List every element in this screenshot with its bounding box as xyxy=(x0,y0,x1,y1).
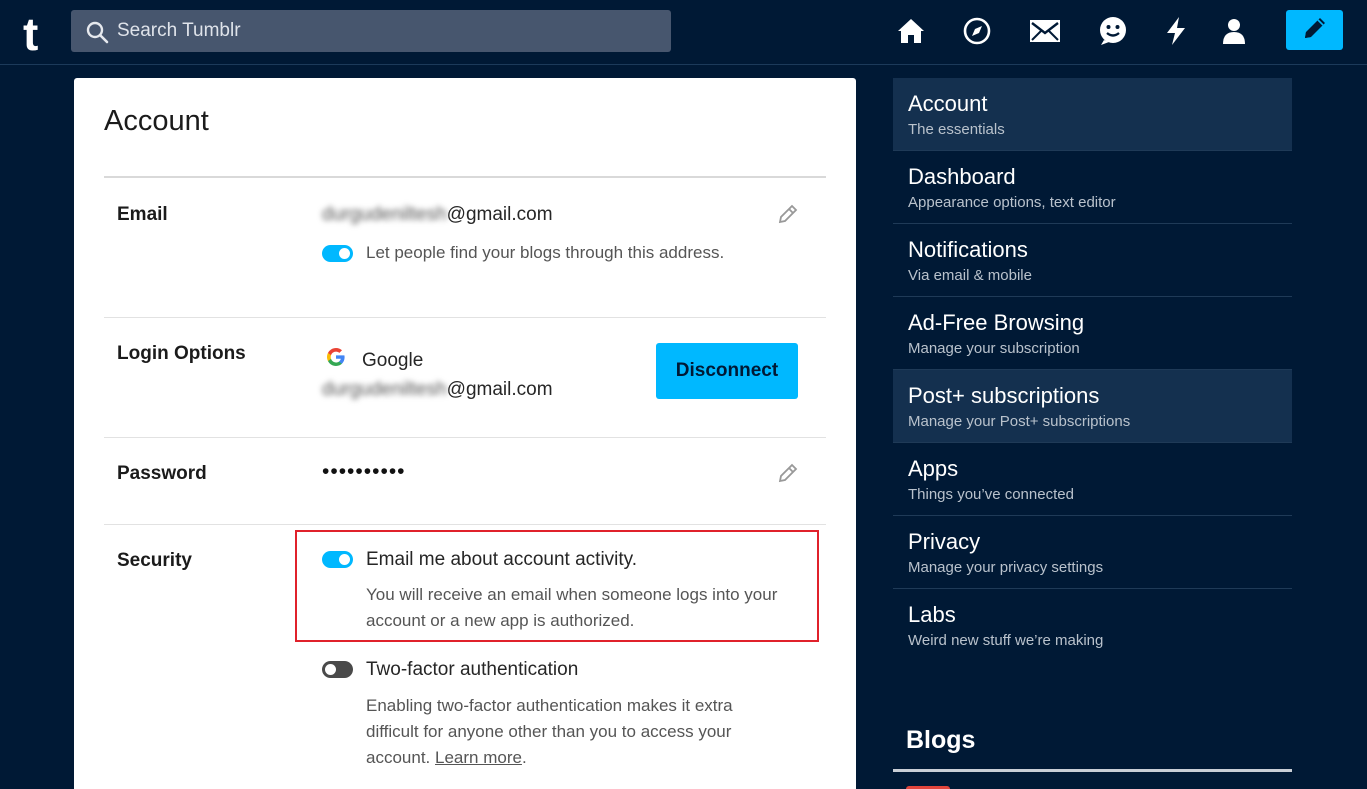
find-by-email-text: Let people find your blogs through this … xyxy=(366,243,725,262)
disconnect-button[interactable]: Disconnect xyxy=(656,343,798,399)
divider xyxy=(104,524,826,525)
messaging-icon[interactable] xyxy=(1097,15,1129,47)
explore-icon[interactable] xyxy=(961,15,993,47)
sidebar-item-ad-free-browsing[interactable]: Ad-Free Browsing Manage your subscriptio… xyxy=(893,297,1292,370)
activity-icon[interactable] xyxy=(1160,15,1192,47)
sidebar-item-notifications[interactable]: Notifications Via email & mobile xyxy=(893,224,1292,297)
sidebar-item-apps[interactable]: Apps Things you’ve connected xyxy=(893,443,1292,516)
find-by-email-toggle[interactable] xyxy=(322,245,353,262)
password-value: •••••••••• xyxy=(322,460,406,483)
account-activity-title: Email me about account activity. xyxy=(366,549,638,570)
divider xyxy=(104,437,826,438)
sidebar-item-title: Privacy xyxy=(908,529,981,554)
sidebar-item-title: Notifications xyxy=(908,237,1028,262)
sidebar-item-subtitle: Things you’ve connected xyxy=(908,486,1074,503)
divider xyxy=(893,769,1292,772)
sidebar-item-subtitle: The essentials xyxy=(908,121,1005,138)
sidebar-item-subtitle: Manage your subscription xyxy=(908,340,1080,357)
email-domain: @gmail.com xyxy=(446,204,553,225)
sidebar-item-title: Ad-Free Browsing xyxy=(908,310,1085,335)
account-settings-card: Account Email durgudeniltesh@gmail.com L… xyxy=(74,78,856,789)
sidebar-item-subtitle: Manage your Post+ subscriptions xyxy=(908,413,1131,430)
inbox-icon[interactable] xyxy=(1029,15,1061,47)
two-factor-desc-line3: account. Learn more. xyxy=(366,745,527,771)
sidebar-item-title: Post+ subscriptions xyxy=(908,383,1100,408)
account-activity-toggle[interactable] xyxy=(322,551,353,568)
sidebar-item-dashboard[interactable]: Dashboard Appearance options, text edito… xyxy=(893,151,1292,224)
account-activity-desc-line2: account or a new app is authorized. xyxy=(366,611,635,630)
edit-email-icon[interactable] xyxy=(776,202,800,226)
search-input[interactable] xyxy=(117,10,657,52)
sidebar-item-title: Apps xyxy=(908,456,959,481)
tumblr-logo[interactable]: t xyxy=(22,6,52,60)
two-factor-desc-suffix: . xyxy=(521,748,527,767)
sidebar-item-title: Dashboard xyxy=(908,164,1016,189)
login-email-domain: @gmail.com xyxy=(446,379,553,400)
account-icon[interactable] xyxy=(1218,15,1250,47)
divider xyxy=(104,317,826,318)
learn-more-link[interactable]: Learn more xyxy=(435,748,522,767)
top-navigation-bar: t xyxy=(0,0,1367,65)
svg-text:t: t xyxy=(23,8,38,56)
google-icon xyxy=(327,348,345,371)
two-factor-desc-line1: Enabling two-factor authentication makes… xyxy=(366,696,733,715)
two-factor-desc-prefix: account. xyxy=(366,748,431,767)
settings-sidebar: Account The essentials Dashboard Appeara… xyxy=(893,78,1292,662)
login-options-label: Login Options xyxy=(117,343,246,364)
compose-button[interactable] xyxy=(1286,10,1343,50)
sidebar-item-post-plus-subscriptions[interactable]: Post+ subscriptions Manage your Post+ su… xyxy=(893,370,1292,443)
email-value: durgudeniltesh@gmail.com xyxy=(322,204,553,226)
sidebar-item-subtitle: Via email & mobile xyxy=(908,267,1032,284)
email-label: Email xyxy=(117,204,168,225)
login-email-username-redacted: durgudeniltesh xyxy=(322,379,447,400)
sidebar-item-subtitle: Manage your privacy settings xyxy=(908,559,1104,576)
search-icon xyxy=(85,20,109,44)
sidebar-item-labs[interactable]: Labs Weird new stuff we’re making xyxy=(893,589,1292,662)
sidebar-item-title: Labs xyxy=(908,602,956,627)
sidebar-item-title: Account xyxy=(908,91,988,116)
edit-password-icon[interactable] xyxy=(776,461,800,485)
page-title: Account xyxy=(104,105,209,137)
login-provider-email: durgudeniltesh@gmail.com xyxy=(322,379,553,401)
account-activity-desc-line1: You will receive an email when someone l… xyxy=(366,585,778,604)
sidebar-item-subtitle: Weird new stuff we’re making xyxy=(908,632,1104,649)
email-username-redacted: durgudeniltesh xyxy=(322,204,447,225)
divider xyxy=(104,176,826,178)
two-factor-desc-line2: difficult for anyone other than you to a… xyxy=(366,722,732,741)
login-provider-name: Google xyxy=(362,350,424,371)
sidebar-item-account[interactable]: Account The essentials xyxy=(893,78,1292,151)
password-label: Password xyxy=(117,463,207,484)
home-icon[interactable] xyxy=(895,15,927,47)
pencil-icon xyxy=(1301,14,1329,47)
two-factor-toggle[interactable] xyxy=(322,661,353,678)
search-bar[interactable] xyxy=(71,10,671,52)
blogs-heading: Blogs xyxy=(906,726,976,754)
security-label: Security xyxy=(117,550,192,571)
sidebar-item-privacy[interactable]: Privacy Manage your privacy settings xyxy=(893,516,1292,589)
sidebar-item-subtitle: Appearance options, text editor xyxy=(908,194,1116,211)
two-factor-title: Two-factor authentication xyxy=(366,659,579,680)
